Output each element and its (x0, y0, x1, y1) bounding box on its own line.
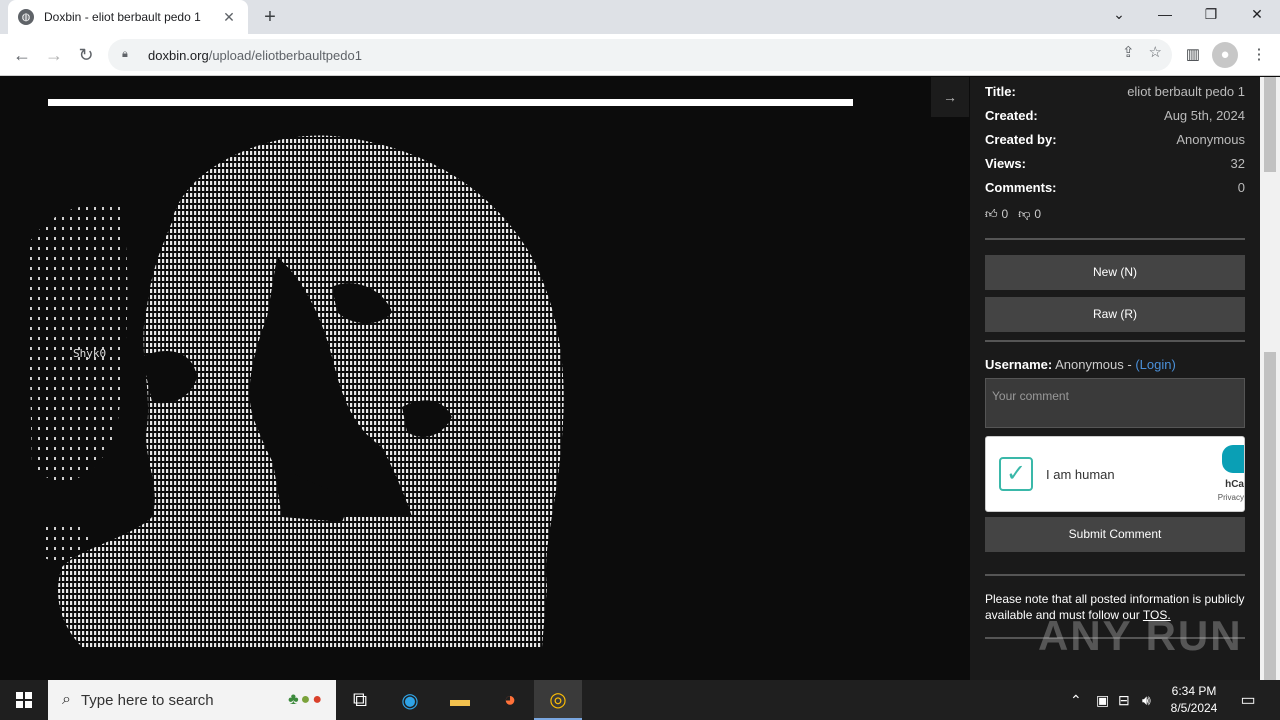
volume-icon[interactable]: 🔊︎ (1142, 680, 1151, 720)
windows-logo-icon (16, 692, 32, 708)
captcha-checkbox[interactable]: ✓ (999, 457, 1033, 491)
like-count: 0 (1001, 207, 1009, 221)
meta-created: Created: Aug 5th, 2024 (985, 103, 1245, 127)
meta-label: Created: (985, 107, 1038, 123)
art-caption: Shyk0 (73, 347, 107, 360)
share-icon[interactable]: ⇪ (1122, 43, 1135, 61)
search-icon: ⌕ (62, 691, 71, 708)
page-scrollbar[interactable] (1260, 77, 1280, 680)
search-placeholder: Type here to search (80, 691, 214, 709)
tab-title: Doxbin - eliot berbault pedo 1 (44, 10, 201, 24)
paste-sidebar: Title: eliot berbault pedo 1 Created: Au… (970, 77, 1260, 680)
browser-toolbar: ← → ↻ 🔒︎ doxbin.org/upload/eliotberbault… (0, 34, 1280, 76)
sidepanel-icon[interactable]: ▥ (1180, 42, 1206, 68)
chrome-icon[interactable]: ◎ (534, 680, 582, 720)
meta-value: 32 (1230, 155, 1245, 171)
browser-tab[interactable]: ◍ Doxbin - eliot berbault pedo 1 ✕ (8, 0, 248, 34)
address-bar[interactable]: 🔒︎ doxbin.org/upload/eliotberbaultpedo1 … (108, 39, 1172, 71)
profile-icon[interactable]: ● (1212, 42, 1238, 68)
thumbs-up-icon[interactable]: 👍︎ (985, 207, 998, 222)
hcaptcha-logo-icon (1222, 445, 1244, 473)
captcha-privacy-link[interactable]: Privacy (1218, 493, 1244, 502)
submit-comment-button[interactable]: Submit Comment (985, 517, 1245, 552)
page-content: Shyk0 → Title: eliot berbault pedo 1 Cre… (0, 77, 1280, 680)
network-icon[interactable]: ⊟ (1118, 680, 1130, 720)
menu-icon[interactable]: ⋮ (1246, 42, 1272, 68)
raw-button[interactable]: Raw (R) (985, 297, 1245, 332)
scrollbar-track-segment (1264, 352, 1276, 680)
new-paste-button[interactable]: New (N) (985, 255, 1245, 290)
task-view-icon[interactable]: ⧉ (336, 680, 384, 720)
forward-icon[interactable]: → (42, 43, 66, 67)
login-link[interactable]: (Login) (1135, 357, 1175, 372)
clock-time: 6:34 PM (1171, 684, 1217, 698)
dislike-count: 0 (1034, 207, 1042, 221)
ascii-art-image (22, 127, 602, 657)
comment-input[interactable]: Your comment (985, 378, 1245, 428)
meta-label: Created by: (985, 131, 1057, 147)
star-icon[interactable]: ☆ (1149, 43, 1162, 61)
hcaptcha-widget: ✓ I am human hCa Privacy (985, 436, 1245, 512)
edge-icon[interactable]: ◉ (386, 680, 434, 720)
username-line: Username: Anonymous - (Login) (985, 357, 1245, 372)
taskbar-search[interactable]: ⌕ Type here to search ♣ ● ● (48, 680, 336, 720)
meta-created-by: Created by: Anonymous (985, 127, 1245, 151)
username-label: Username: (985, 357, 1053, 372)
top-rule (48, 99, 853, 106)
close-tab-icon[interactable]: ✕ (220, 9, 238, 26)
collapse-sidebar-button[interactable]: → (931, 77, 969, 117)
meta-label: Title: (985, 83, 1016, 99)
meta-views: Views: 32 (985, 151, 1245, 175)
meta-value: eliot berbault pedo 1 (1127, 83, 1245, 99)
tray-overflow-icon[interactable]: ⌃ (1070, 680, 1082, 720)
new-tab-button[interactable]: + (258, 6, 282, 30)
globe-icon: ◍ (18, 9, 34, 25)
tab-search-icon[interactable]: ⌄ (1096, 0, 1142, 30)
back-icon[interactable]: ← (10, 43, 34, 67)
device-icon[interactable]: ▣ (1096, 680, 1109, 720)
minimize-icon[interactable]: — (1142, 0, 1188, 30)
meta-label: Views: (985, 155, 1026, 171)
firefox-icon[interactable]: ◕ (486, 680, 534, 720)
username-value: Anonymous - (1055, 357, 1136, 372)
meta-value: Aug 5th, 2024 (1164, 107, 1245, 123)
tab-strip: ◍ Doxbin - eliot berbault pedo 1 ✕ + ⌄ —… (0, 0, 1280, 34)
start-button[interactable] (0, 680, 48, 720)
meta-label: Comments: (985, 179, 1057, 195)
restore-icon[interactable]: ❐ (1188, 0, 1234, 30)
thumbs-down-icon[interactable]: 👎︎ (1018, 207, 1030, 222)
url-host: doxbin.org (148, 47, 209, 63)
divider (985, 574, 1245, 576)
reload-icon[interactable]: ↻ (74, 43, 98, 67)
meta-title: Title: eliot berbault pedo 1 (985, 79, 1245, 103)
windows-taskbar: ⌕ Type here to search ♣ ● ● ⧉ ◉ ▬ ◕ ◎ ⌃ ▣ … (0, 680, 1280, 720)
captcha-label: I am human (1046, 467, 1115, 482)
meta-comments: Comments: 0 (985, 175, 1245, 199)
meta-value: Anonymous (1176, 131, 1245, 147)
file-explorer-icon[interactable]: ▬ (436, 680, 484, 720)
divider (985, 340, 1245, 342)
url-path: /upload/eliotberbaultpedo1 (208, 47, 362, 63)
meta-value: 0 (1237, 179, 1245, 195)
scrollbar-thumb[interactable] (1264, 77, 1276, 172)
lock-icon[interactable]: 🔒︎ (122, 48, 136, 62)
clock-date: 8/5/2024 (1170, 701, 1218, 715)
close-window-icon[interactable]: ✕ (1234, 0, 1280, 30)
vote-row: 👍︎ 0 👎︎ 0 (985, 199, 1245, 229)
search-highlight-icon: ♣ ● ● (288, 691, 322, 708)
taskbar-clock[interactable]: 6:34 PM 8/5/2024 (1166, 683, 1222, 717)
notification-icon[interactable]: ▭ (1230, 680, 1266, 720)
divider (985, 238, 1245, 240)
anyrun-watermark: ANY RUN (1038, 612, 1243, 659)
captcha-brand: hCa (1225, 479, 1244, 490)
